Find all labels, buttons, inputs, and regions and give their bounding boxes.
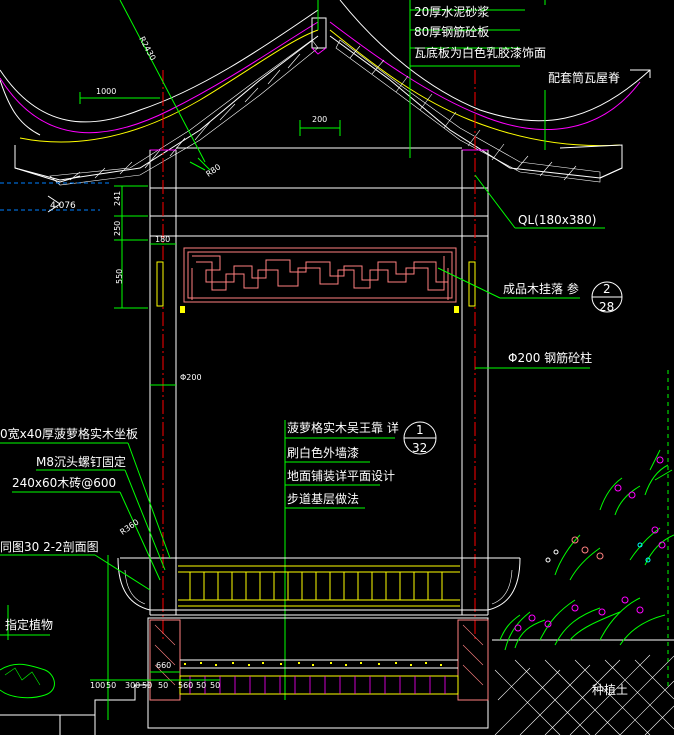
dim-r80: R80: [204, 162, 222, 178]
note-cement-mortar: 20厚水泥砂浆: [414, 4, 489, 19]
dim-r360: R360: [118, 517, 140, 536]
note-bench-board: 0宽x40厚菠萝格实木坐板: [0, 426, 138, 441]
annotations: 20厚水泥砂浆 80厚钢筋砼板 瓦底板为白色乳胶漆饰面 配套筒瓦屋脊 QL(18…: [0, 4, 628, 697]
note-ceiling-paint: 瓦底板为白色乳胶漆饰面: [414, 45, 546, 60]
lattice-bracket-left: [180, 306, 185, 313]
note-planting-soil: 种植土: [592, 682, 628, 697]
dim-180: 180: [155, 235, 170, 244]
dim-50e: 50: [210, 681, 220, 690]
detail-ref-a-bottom: 28: [599, 300, 614, 314]
note-section-ref: 同图30 2-2剖面图: [0, 540, 99, 554]
detail-ref-a-top: 2: [603, 282, 611, 296]
dim-100: 100: [90, 681, 105, 690]
note-path-base: 步道基层做法: [287, 491, 359, 506]
note-roof-ridge: 配套筒瓦屋脊: [548, 70, 620, 85]
note-column: Φ200 钢筋砼柱: [508, 350, 592, 365]
note-wood-hanging: 成品木挂落 参: [503, 281, 579, 296]
note-floor-paving: 地面铺装详平面设计: [287, 468, 395, 483]
dim-250: 250: [113, 221, 122, 236]
dim-50c: 50: [158, 681, 168, 690]
dim-50b: 50: [142, 681, 152, 690]
dim-phi200: Φ200: [180, 373, 202, 382]
dim-roof-slope: R2430: [137, 35, 157, 62]
dim-550: 550: [115, 269, 124, 284]
lattice-bracket-right: [454, 306, 459, 313]
lattice-hanging-panel: [183, 247, 457, 303]
note-plants: 指定植物: [5, 617, 53, 632]
plants: [0, 370, 674, 699]
dim-50a: 50: [106, 681, 116, 690]
note-ql-beam: QL(180x380): [518, 213, 596, 227]
dim-200: 200: [312, 115, 327, 124]
dim-300: 300: [125, 681, 140, 690]
dim-1000: 1000: [96, 87, 116, 96]
foundation: [0, 617, 674, 735]
dim-50d: 50: [196, 681, 206, 690]
detail-ref-b-top: 1: [416, 423, 424, 437]
dim-241: 241: [113, 191, 122, 206]
detail-ref-b-bottom: 32: [412, 441, 427, 455]
bench-railing: [117, 557, 521, 616]
dim-level-4076: 4.076: [50, 201, 76, 211]
dim-560: 560: [178, 681, 193, 690]
dim-660: 660: [156, 661, 171, 670]
note-white-paint: 刷白色外墙漆: [287, 445, 359, 460]
column-mark-left: [156, 261, 164, 307]
cad-drawing: 20厚水泥砂浆 80厚钢筋砼板 瓦底板为白色乳胶漆饰面 配套筒瓦屋脊 QL(18…: [0, 0, 674, 735]
note-screw: M8沉头螺钉固定: [36, 454, 126, 469]
slope-dim-arrow: [189, 157, 211, 171]
note-wood-brick: 240x60木砖@600: [12, 475, 116, 490]
note-backrest: 菠萝格实木吴王靠 详: [287, 420, 399, 435]
note-concrete-slab: 80厚钢筋砼板: [414, 24, 489, 39]
